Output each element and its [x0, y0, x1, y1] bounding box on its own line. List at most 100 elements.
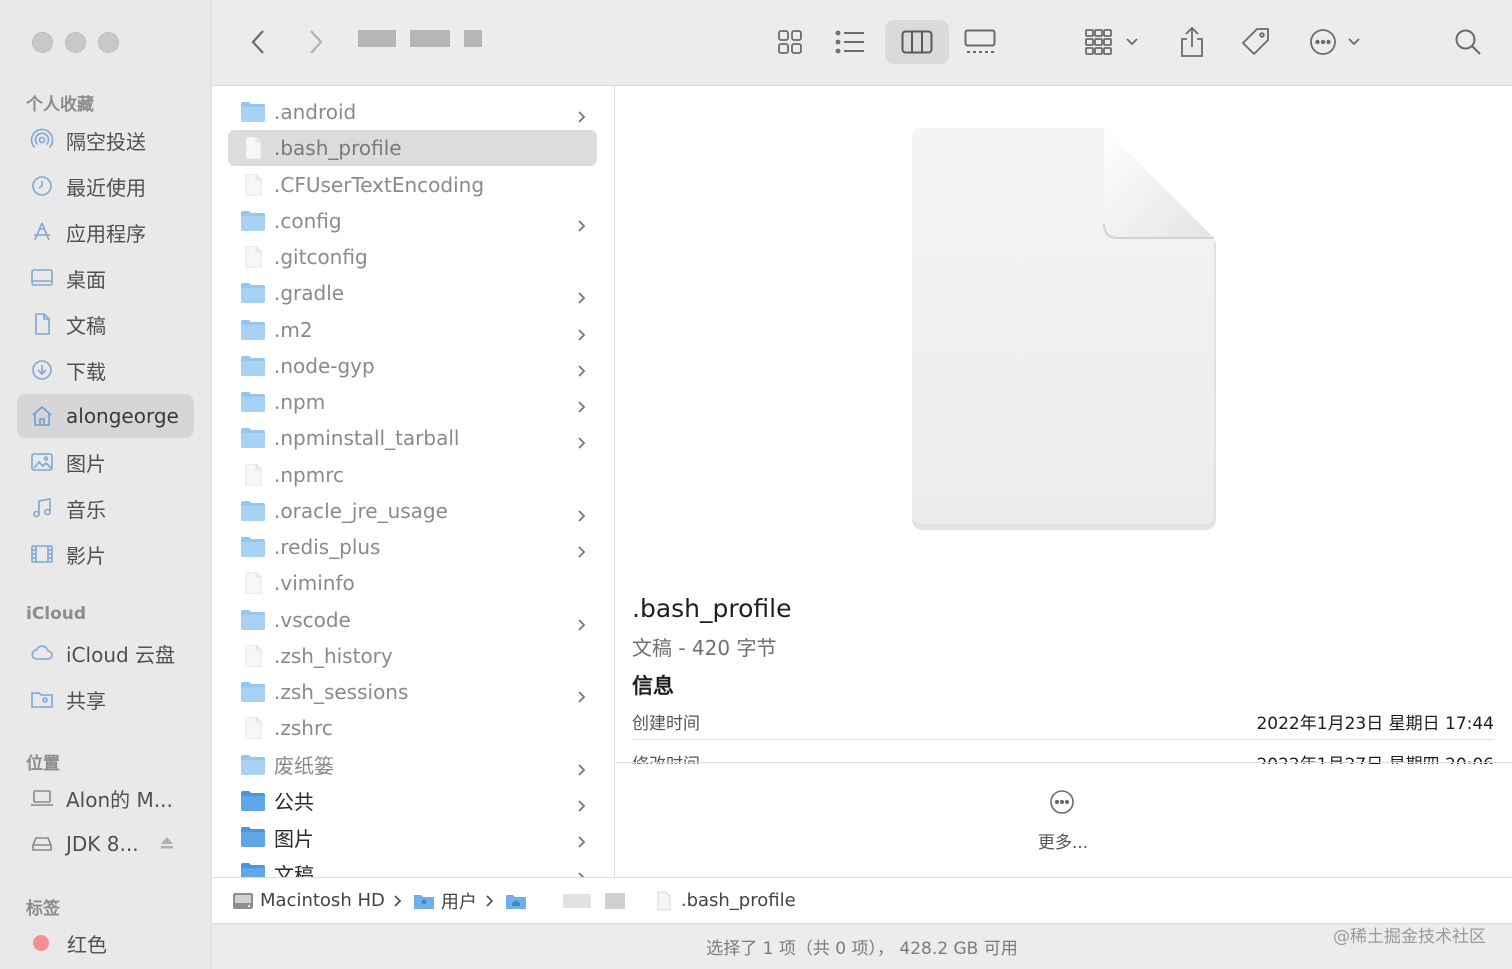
close-button[interactable]: [32, 32, 53, 53]
file-icon: [240, 571, 266, 595]
sidebar-item-airdrop[interactable]: 隔空投送: [17, 118, 194, 162]
file-row[interactable]: 公共: [228, 783, 597, 819]
chevron-right-icon: [577, 866, 587, 877]
back-button[interactable]: [242, 20, 274, 64]
sidebar-item-shared[interactable]: 共享: [17, 677, 194, 721]
file-row[interactable]: .gradle: [228, 275, 597, 311]
file-name: .android: [274, 100, 357, 124]
path-crumb-label: 用户: [440, 891, 477, 913]
sidebar-item-home[interactable]: alongeorge: [17, 394, 194, 438]
clock-icon: [29, 174, 55, 198]
tag-icon: [1241, 28, 1269, 56]
path-crumb-label: Macintosh HD: [260, 890, 385, 911]
file-row[interactable]: .npmrc: [228, 457, 597, 493]
sidebar-item-tag-red[interactable]: 红色: [17, 921, 194, 965]
tag-button[interactable]: [1236, 20, 1276, 64]
watermark: @稀土掘金技术社区: [1333, 927, 1486, 947]
preview-divider: [616, 762, 1512, 763]
eject-icon[interactable]: [158, 834, 176, 852]
sidebar-item-label: Alon的 M...: [66, 787, 173, 812]
obscured-crumb: [562, 893, 591, 908]
sidebar-item-label: alongeorge: [66, 404, 179, 428]
sidebar-item-label: 音乐: [66, 497, 106, 522]
chevron-right-icon: [394, 894, 402, 907]
list-view-button[interactable]: [828, 20, 872, 64]
file-row[interactable]: .oracle_jre_usage: [228, 493, 597, 529]
column-view-icon: [901, 30, 933, 54]
file-icon: [240, 136, 266, 160]
preview-kind-size: 文稿 - 420 字节: [632, 636, 777, 660]
file-name: .oracle_jre_usage: [274, 498, 448, 523]
sidebar-item-label: iCloud 云盘: [66, 642, 176, 667]
icon-view-button[interactable]: [768, 20, 812, 64]
more-label[interactable]: 更多...: [1011, 828, 1115, 853]
more-actions-button[interactable]: [1306, 20, 1370, 64]
sidebar-item-movies[interactable]: 影片: [17, 532, 194, 576]
file-name: .vscode: [274, 607, 351, 632]
file-row[interactable]: 图片: [228, 819, 597, 855]
more-actions-icon: [1310, 29, 1360, 55]
folder-icon: [240, 609, 266, 631]
more-button[interactable]: [1036, 786, 1088, 818]
path-crumb-home[interactable]: [505, 891, 533, 911]
path-crumb-users[interactable]: 用户: [413, 888, 477, 914]
file-row[interactable]: .npm: [228, 384, 597, 420]
file-row[interactable]: .vscode: [228, 602, 597, 638]
sidebar-item-applications[interactable]: 应用程序: [17, 210, 194, 254]
column-view-button[interactable]: [885, 20, 949, 64]
file-row[interactable]: .npminstall_tarball: [228, 420, 597, 456]
file-row[interactable]: .node-gyp: [228, 348, 597, 384]
chevron-right-icon: [577, 214, 587, 232]
file-icon: [240, 463, 266, 486]
file-row[interactable]: .viminfo: [228, 565, 597, 601]
sidebar-item-label: 红色: [67, 932, 107, 957]
sidebar-item-desktop[interactable]: 桌面: [17, 256, 194, 300]
gallery-view-button[interactable]: [958, 20, 1002, 64]
path-crumb-file[interactable]: .bash_profile: [653, 890, 796, 911]
toolbar: [212, 0, 1512, 86]
file-name: .node-gyp: [274, 353, 375, 378]
file-row[interactable]: .zshrc: [228, 710, 597, 746]
file-row[interactable]: .CFUserTextEncoding: [228, 167, 597, 203]
path-crumb-macintosh-hd[interactable]: Macintosh HD: [232, 890, 385, 911]
chevron-right-icon: [577, 613, 587, 631]
document-icon: [29, 312, 55, 336]
file-row[interactable]: .zsh_sessions: [228, 674, 597, 710]
file-name: 公共: [274, 790, 314, 815]
sidebar-item-jdk-disk[interactable]: JDK 8...: [17, 822, 194, 866]
sidebar-item-mac[interactable]: Alon的 M...: [17, 776, 194, 820]
sidebar-item-recents[interactable]: 最近使用: [17, 164, 194, 208]
file-name: .CFUserTextEncoding: [274, 172, 485, 197]
finder-window: 个人收藏 隔空投送 最近使用 应用程序 桌面 文稿 下载 alongeorge: [0, 0, 1512, 969]
file-row[interactable]: .zsh_history: [228, 638, 597, 674]
folder-icon: [240, 862, 266, 877]
chevron-right-icon: [310, 30, 323, 54]
forward-button[interactable]: [300, 20, 332, 64]
file-name: .gitconfig: [274, 245, 368, 269]
zoom-button[interactable]: [98, 32, 119, 53]
sidebar-item-pictures[interactable]: 图片: [17, 440, 194, 484]
file-row[interactable]: .redis_plus: [228, 529, 597, 565]
sidebar-item-label: 应用程序: [66, 221, 146, 246]
sidebar-item-music[interactable]: 音乐: [17, 486, 194, 530]
file-row[interactable]: .android: [228, 94, 597, 130]
share-button[interactable]: [1172, 20, 1212, 64]
search-button[interactable]: [1448, 20, 1488, 64]
file-name: .zshrc: [274, 716, 333, 741]
file-row[interactable]: .config: [228, 203, 597, 239]
sidebar-item-documents[interactable]: 文稿: [17, 302, 194, 346]
group-button[interactable]: [1080, 20, 1144, 64]
desktop-icon: [29, 266, 55, 290]
shared-folder-icon: [29, 687, 55, 711]
sidebar-item-icloud-drive[interactable]: iCloud 云盘: [17, 631, 194, 675]
file-row[interactable]: 废纸篓: [228, 747, 597, 783]
film-icon: [29, 542, 55, 566]
file-column[interactable]: .android .bash_profile .CFUserTextEncoding…: [212, 86, 615, 877]
file-row[interactable]: .gitconfig: [228, 239, 597, 275]
file-row[interactable]: .bash_profile: [228, 130, 597, 167]
file-row[interactable]: .m2: [228, 312, 597, 348]
laptop-icon: [29, 786, 55, 810]
file-row[interactable]: 文稿: [228, 855, 597, 877]
minimize-button[interactable]: [65, 32, 86, 53]
sidebar-item-downloads[interactable]: 下载: [17, 348, 194, 392]
